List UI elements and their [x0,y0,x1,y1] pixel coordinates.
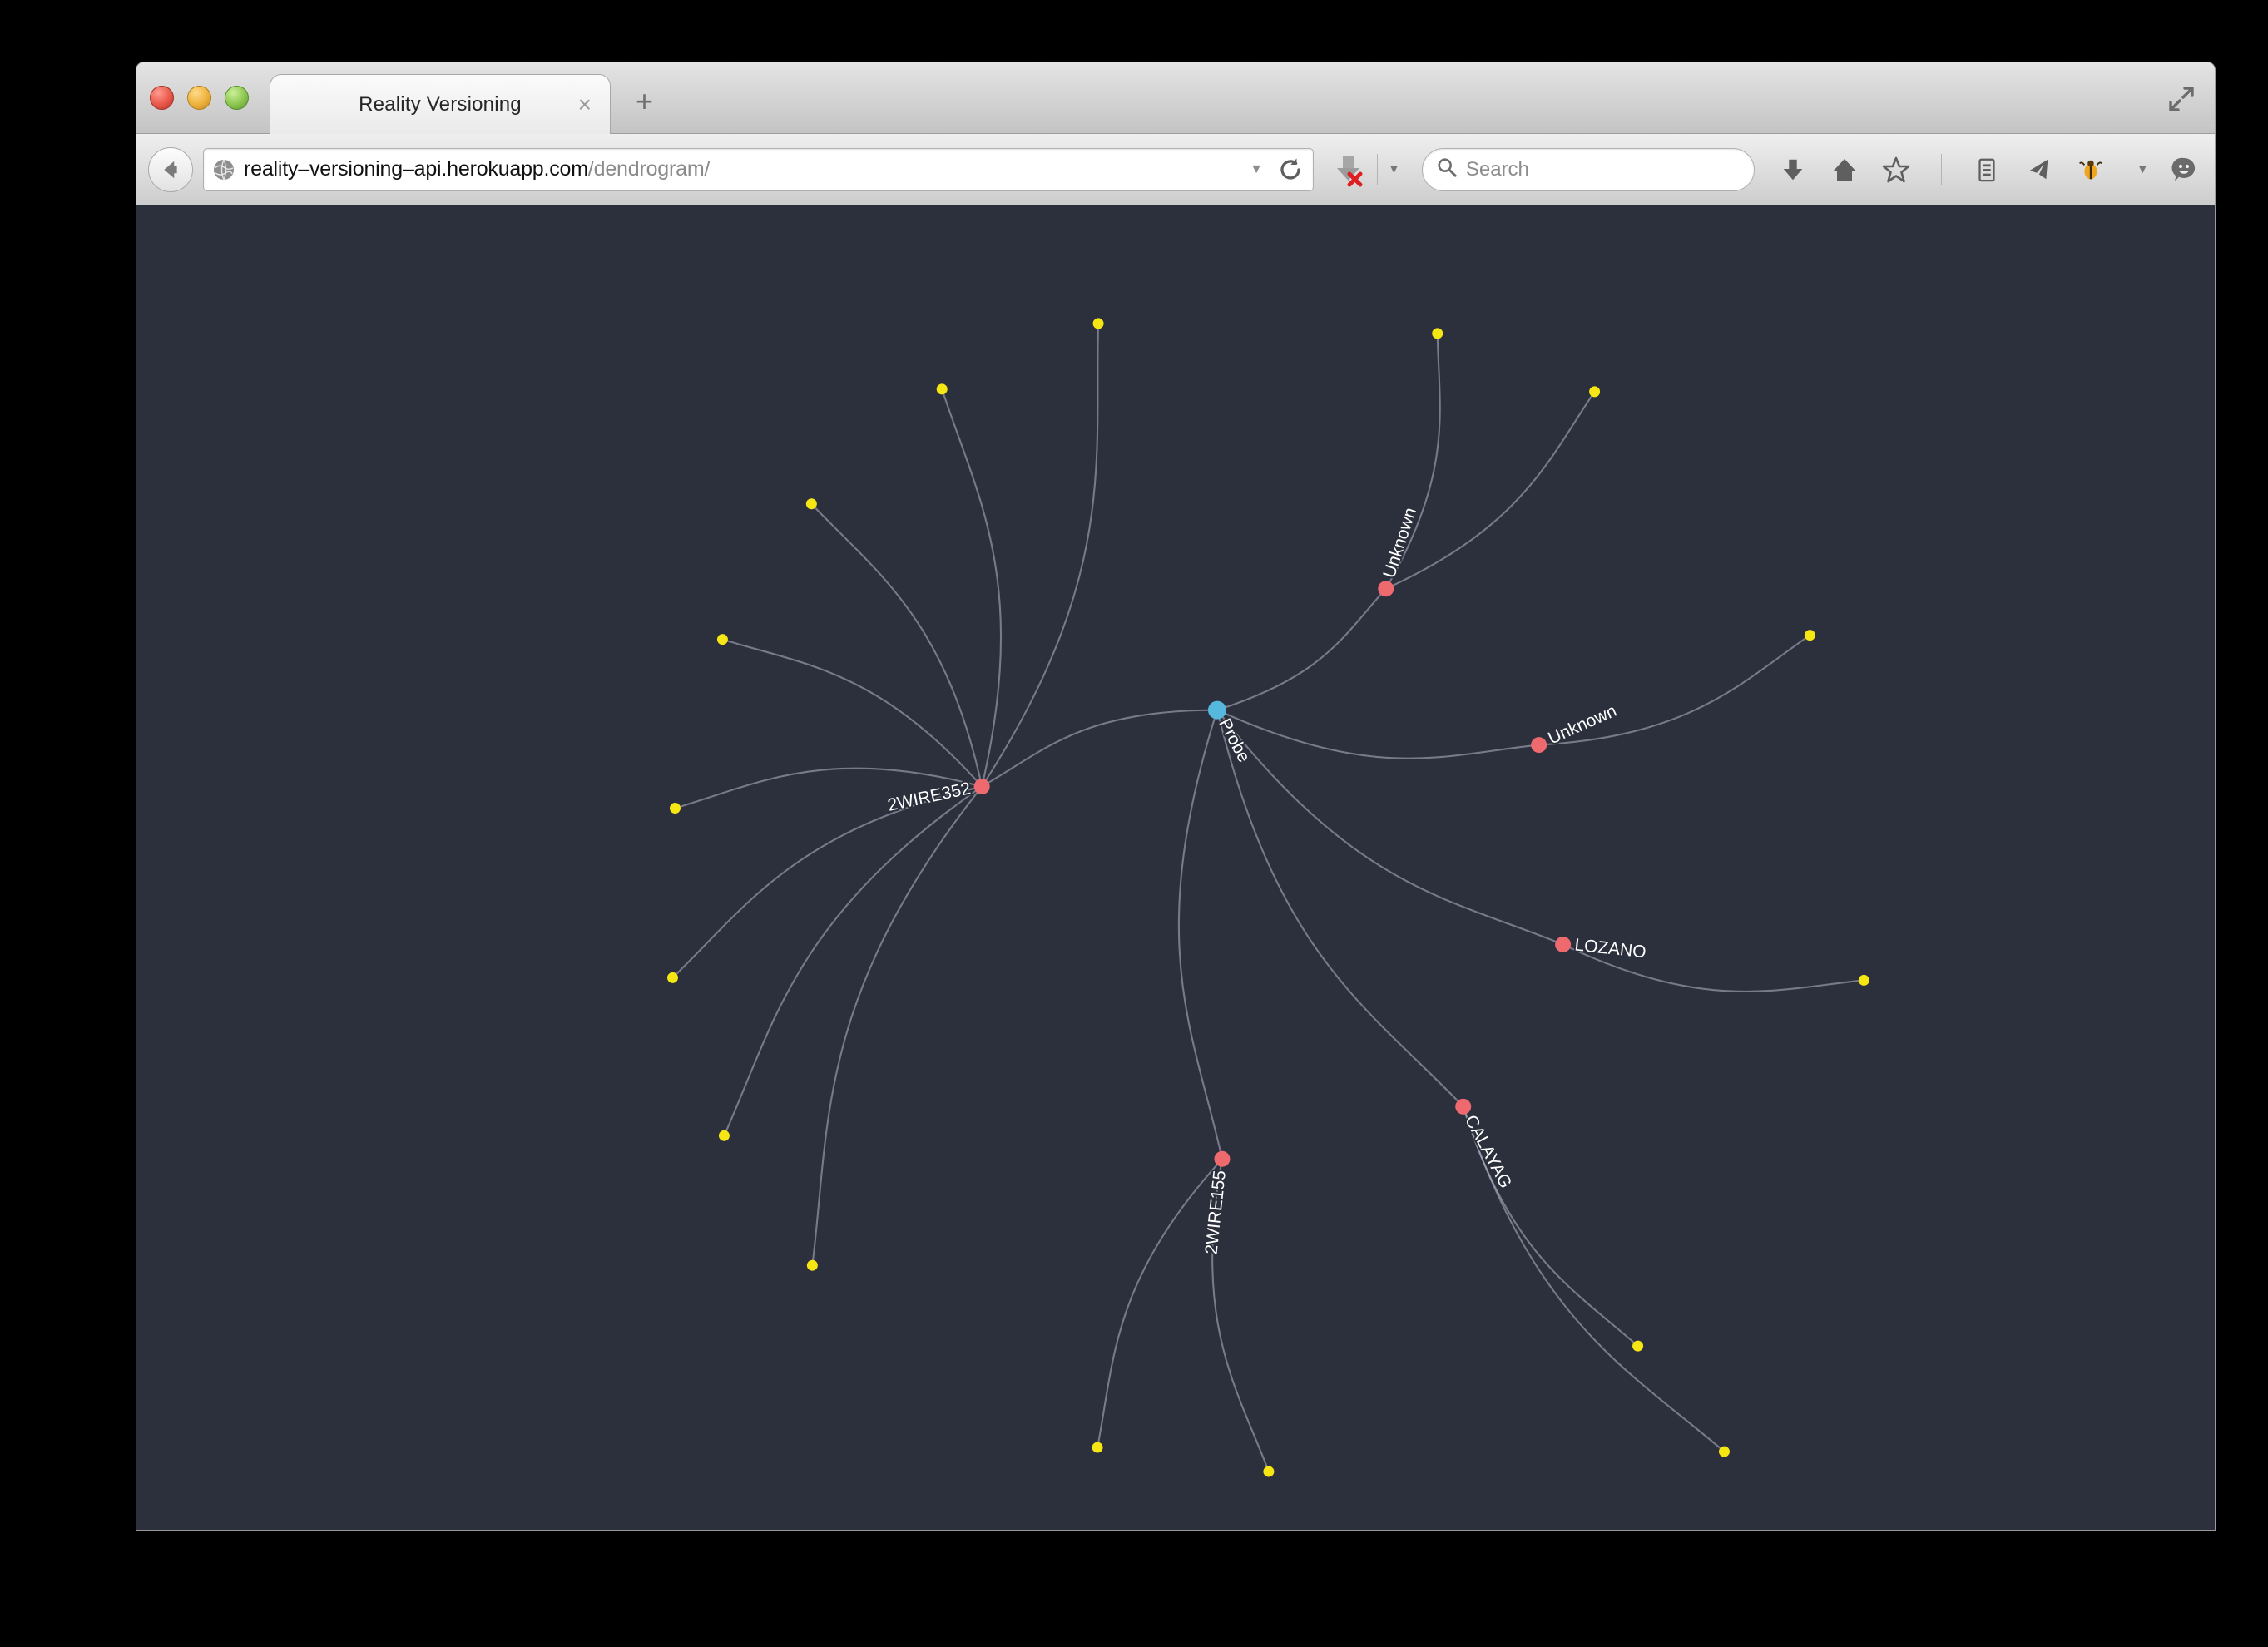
node-label: CALAYAG [1461,1112,1515,1192]
inner-node[interactable] [1531,737,1547,754]
inner-node[interactable] [1214,1150,1231,1167]
home-icon[interactable] [1828,153,1861,186]
reload-icon[interactable] [1276,156,1305,184]
leaf-node[interactable] [718,1130,730,1141]
dendrogram-link [981,709,1217,788]
dendrogram-link [811,785,983,1266]
tab-strip: Reality Versioning × + [136,62,2215,134]
search-input[interactable]: Search [1466,158,1529,181]
leaf-node[interactable] [805,498,817,510]
leaf-node[interactable] [936,383,948,395]
root-node[interactable] [1207,700,1226,720]
leaf-node[interactable] [1858,974,1869,986]
reading-list-icon[interactable] [1970,153,2003,186]
url-domain: reality–versioning–api.herokuapp.com [244,157,588,181]
toolbar-icons: ▼ [1776,153,2215,186]
leaf-node[interactable] [669,803,681,814]
node-label: 2WIRE155 [1202,1170,1230,1255]
leaf-node[interactable] [806,1259,818,1271]
dendrogram-link [981,323,1100,788]
bookmark-star-icon[interactable] [1879,153,1913,186]
dendrogram-link [1216,709,1539,759]
leaf-node[interactable] [716,634,728,645]
dendrogram-link [941,388,1002,787]
dendrogram-links [671,323,1864,1472]
leaf-node[interactable] [1432,328,1443,339]
fullscreen-expand-icon[interactable] [2165,82,2198,116]
url-bar[interactable]: reality–versioning–api.herokuapp.com/den… [203,147,1314,191]
new-tab-button[interactable]: + [636,86,653,116]
dendrogram-link [1216,588,1387,711]
dendrogram-link [1177,710,1223,1160]
toolbar-divider [1940,153,1942,185]
browser-window: Reality Versioning × + reality–versionin… [40,15,2228,1612]
download-indicator[interactable]: ▼ [1332,152,1400,187]
leaf-node[interactable] [1092,318,1104,329]
download-dropdown-caret[interactable]: ▼ [1388,162,1400,176]
firebug-icon[interactable] [2073,153,2107,186]
paper-plane-icon[interactable] [2022,153,2055,186]
tab-reality-versioning[interactable]: Reality Versioning × [270,74,611,134]
url-text: reality–versioning–api.herokuapp.com/den… [244,157,710,181]
close-tab-icon[interactable]: × [578,92,592,116]
zoom-window-button[interactable] [225,86,249,110]
close-window-button[interactable] [150,86,174,110]
leaf-node[interactable] [666,972,678,983]
dendrogram-link [810,503,983,787]
firebug-dropdown-caret[interactable]: ▼ [2137,162,2149,176]
node-label: Unknown [1379,505,1420,580]
inner-node[interactable] [1378,581,1394,597]
dendrogram-link [1216,709,1564,946]
url-path: /dendrogram/ [587,157,711,181]
dendrogram-canvas[interactable]: Probe 2WIRE352 Unknown Unknown LOZANO CALAYAG… [136,205,2216,1531]
window-controls [150,86,249,110]
screenshot-root: Reality Versioning × + reality–versionin… [0,0,2268,1647]
download-failed-icon[interactable] [1332,152,1367,187]
toolbar-divider [1377,153,1378,185]
dendrogram-link [1216,710,1464,1108]
minimize-window-button[interactable] [187,86,211,110]
leaf-node[interactable] [1263,1466,1275,1477]
leaf-node[interactable] [1718,1446,1730,1457]
back-button[interactable] [148,146,193,192]
tab-title: Reality Versioning [359,92,522,116]
leaf-node[interactable] [1632,1340,1644,1352]
dendrogram-link [671,785,983,979]
globe-icon [212,158,235,181]
browser-chrome: Reality Versioning × + reality–versionin… [136,62,2216,205]
navigation-toolbar: reality–versioning–api.herokuapp.com/den… [136,134,2215,205]
downloads-icon[interactable] [1776,153,1810,186]
dendrogram-link [1385,391,1596,590]
feedback-smiley-icon[interactable] [2167,153,2201,186]
search-box[interactable]: Search [1421,147,1755,191]
search-icon [1436,156,1458,182]
dendrogram-nodes [666,318,1869,1477]
node-label: 2WIRE352 [886,779,973,815]
dendrogram-link [1097,1158,1223,1448]
node-label: LOZANO [1573,936,1647,962]
inner-node[interactable] [1455,1098,1472,1115]
leaf-node[interactable] [1092,1442,1103,1453]
dendrogram-link [722,638,983,788]
leaf-node[interactable] [1804,630,1815,641]
inner-node[interactable] [973,779,990,795]
dendrogram-svg: Probe2WIRE352UnknownUnknownLOZANOCALAYAG… [666,318,1869,1477]
leaf-node[interactable] [1589,386,1601,398]
url-dropdown-caret[interactable]: ▼ [1250,162,1263,177]
inner-node[interactable] [1555,936,1572,952]
